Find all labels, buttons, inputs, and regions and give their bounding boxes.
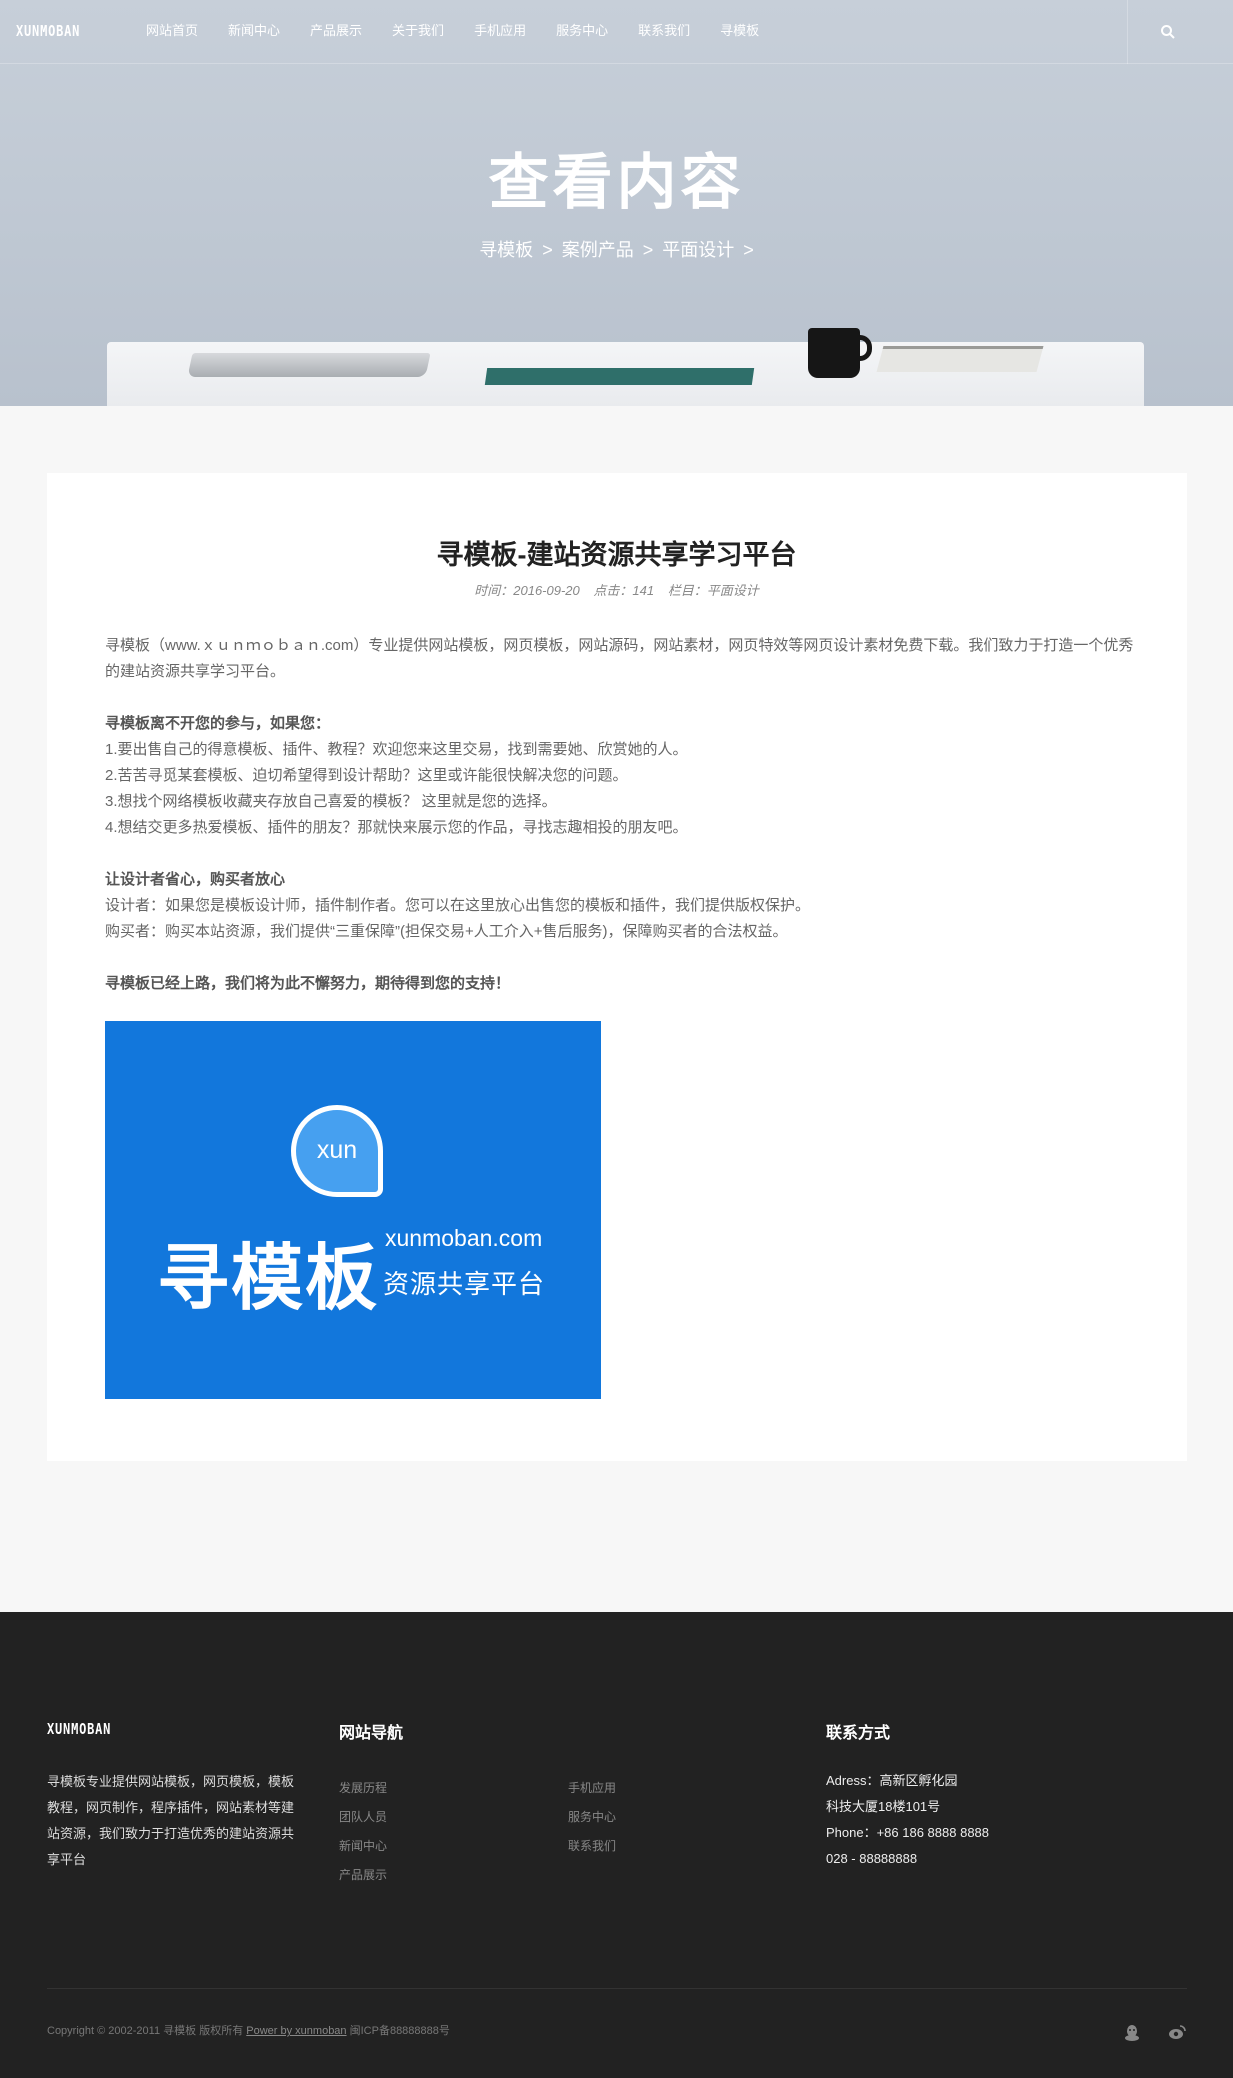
powered-by-link[interactable]: Power by xunmoban xyxy=(246,2025,346,2037)
footer-link-team[interactable]: 团队人员 xyxy=(339,1803,387,1832)
contact-address-2: 科技大厦18楼101号 xyxy=(826,1799,941,1814)
section1-item: 1.要出售自己的得意模板、插件、教程？欢迎您来这里交易，找到需要她、欣赏她的人。 xyxy=(105,741,688,758)
footer-nav-col1: 发展历程 团队人员 新闻中心 产品展示 xyxy=(339,1774,387,1890)
breadcrumb-separator: > xyxy=(542,240,553,260)
papers-graphic xyxy=(876,346,1044,372)
weibo-icon[interactable] xyxy=(1168,2024,1186,2045)
meta-column: 栏目：平面设计 xyxy=(667,583,759,598)
promo-subtitle: 资源共享平台 xyxy=(383,1269,546,1299)
breadcrumb: 寻模板 > 案例产品 > 平面设计 > xyxy=(0,236,1233,262)
qq-icon[interactable] xyxy=(1124,2024,1140,2047)
nav-item-xunmoban[interactable]: 寻模板 xyxy=(720,0,759,64)
promo-url-text: xunmoban.com xyxy=(385,1225,543,1251)
footer-logo[interactable]: XUNMOBAN xyxy=(47,1720,111,1738)
nav-item-products[interactable]: 产品展示 xyxy=(310,0,362,64)
breadcrumb-graphic-design[interactable]: 平面设计 xyxy=(662,240,734,260)
nav-item-mobile[interactable]: 手机应用 xyxy=(474,0,526,64)
article-meta: 时间：2016-09-20 点击：141 栏目：平面设计 xyxy=(0,580,1233,599)
section1-item: 4.想结交更多热爱模板、插件的朋友？那就快来展示您的作品，寻找志趣相投的朋友吧。 xyxy=(105,819,688,836)
footer-link-service[interactable]: 服务中心 xyxy=(568,1803,616,1832)
article-intro: 寻模板（www.ｘｕｎｍｏｂａｎ.com）专业提供网站模板，网页模板，网站源码，… xyxy=(105,637,1134,680)
site-logo[interactable]: XUNMOBAN xyxy=(16,22,80,40)
breadcrumb-home[interactable]: 寻模板 xyxy=(479,240,533,260)
footer-divider xyxy=(47,1988,1187,1989)
footer-contact: Adress：高新区孵化园 科技大厦18楼101号 Phone：+86 186 … xyxy=(826,1768,989,1872)
nav-item-home[interactable]: 网站首页 xyxy=(146,0,198,64)
footer-contact-title: 联系方式 xyxy=(826,1725,891,1742)
page-title: 查看内容 xyxy=(488,149,745,216)
xun-bubble-logo: xun xyxy=(291,1105,383,1197)
meta-clicks: 点击：141 xyxy=(593,583,655,598)
nav-item-service[interactable]: 服务中心 xyxy=(556,0,608,64)
meta-time: 时间：2016-09-20 xyxy=(474,583,580,598)
section2-item: 购买者：购买本站资源，我们提供“三重保障”(担保交易+人工介入+售后服务)，保障… xyxy=(105,923,788,940)
footer-nav-title: 网站导航 xyxy=(339,1725,404,1742)
breadcrumb-cases[interactable]: 案例产品 xyxy=(562,240,634,260)
footer-link-contact[interactable]: 联系我们 xyxy=(568,1832,616,1861)
contact-tel: 028 - 88888888 xyxy=(826,1851,918,1866)
footer-link-products[interactable]: 产品展示 xyxy=(339,1861,387,1890)
footer-about: 寻模板专业提供网站模板，网页模板，模板教程，网页制作，程序插件，网站素材等建站资… xyxy=(47,1774,295,1867)
top-nav: XUNMOBAN 网站首页 新闻中心 产品展示 关于我们 手机应用 服务中心 联… xyxy=(0,0,1233,64)
nav-item-contact[interactable]: 联系我们 xyxy=(638,0,690,64)
closing-statement: 寻模板已经上路，我们将为此不懈努力，期待得到您的支持！ xyxy=(105,975,511,992)
cutting-mat-graphic xyxy=(484,368,755,385)
article-body: 寻模板（www.ｘｕｎｍｏｂａｎ.com）专业提供网站模板，网页模板，网站源码，… xyxy=(105,633,1135,997)
promo-brand-text: 寻模板 xyxy=(157,1239,380,1319)
copyright: Copyright © 2002-2011 寻模板 版权所有 Power by … xyxy=(47,2025,450,2037)
promo-image: xun 寻模板 xunmoban.com 资源共享平台 xyxy=(105,1021,601,1399)
section2-heading: 让设计者省心，购买者放心 xyxy=(105,871,286,888)
article-title: 寻模板-建站资源共享学习平台 xyxy=(436,540,797,570)
section1-item: 2.苦苦寻觅某套模板、迫切希望得到设计帮助？这里或许能很快解决您的问题。 xyxy=(105,767,628,784)
search-icon xyxy=(1161,25,1175,39)
footer-link-mobile[interactable]: 手机应用 xyxy=(568,1774,616,1803)
nav-item-about[interactable]: 关于我们 xyxy=(392,0,444,64)
breadcrumb-separator: > xyxy=(743,240,754,260)
section2-item: 设计者：如果您是模板设计师，插件制作者。您可以在这里放心出售您的模板和插件，我们… xyxy=(105,897,811,914)
search-button[interactable] xyxy=(1127,0,1233,64)
laptop-graphic xyxy=(187,353,431,377)
contact-phone: Phone：+86 186 8888 8888 xyxy=(826,1825,990,1840)
footer-link-history[interactable]: 发展历程 xyxy=(339,1774,387,1803)
footer-link-news[interactable]: 新闻中心 xyxy=(339,1832,387,1861)
contact-address-1: Adress：高新区孵化园 xyxy=(826,1773,958,1788)
section1-heading: 寻模板离不开您的参与，如果您： xyxy=(105,715,331,732)
nav-menu: 网站首页 新闻中心 产品展示 关于我们 手机应用 服务中心 联系我们 寻模板 xyxy=(146,0,789,64)
hero-banner: XUNMOBAN 网站首页 新闻中心 产品展示 关于我们 手机应用 服务中心 联… xyxy=(0,0,1233,406)
section1-item: 3.想找个网络模板收藏夹存放自己喜爱的模板？ 这里就是您的选择。 xyxy=(105,793,557,810)
nav-item-news[interactable]: 新闻中心 xyxy=(228,0,280,64)
breadcrumb-separator: > xyxy=(642,240,654,260)
footer-nav-col2: 手机应用 服务中心 联系我们 xyxy=(568,1774,616,1861)
site-footer: XUNMOBAN 寻模板专业提供网站模板，网页模板，模板教程，网页制作，程序插件… xyxy=(0,1612,1233,2078)
